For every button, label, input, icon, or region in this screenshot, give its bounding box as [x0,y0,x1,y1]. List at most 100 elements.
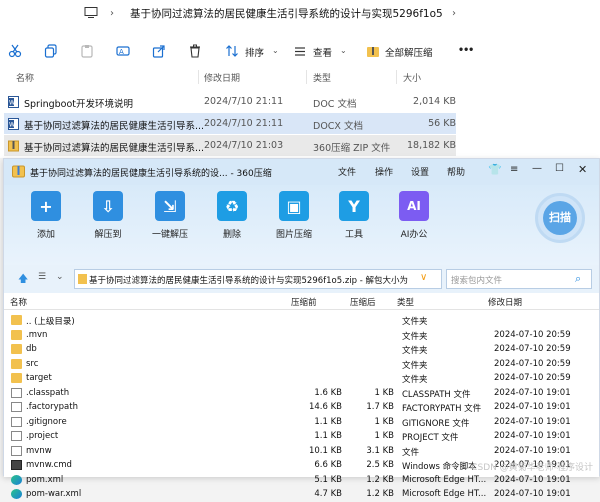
file-date: 2024/7/10 21:03 [204,140,284,151]
archive-row[interactable]: .gitignore 1.1 KB 1 KB GITIGNORE 文件 2024-07-… [4,415,599,430]
archive-row[interactable]: .factorypath 14.6 KB 1.7 KB FACTORYPATH 文件 2… [4,400,599,415]
computer-icon[interactable] [84,7,98,18]
rename-icon[interactable]: A [116,44,130,58]
file-row[interactable]: W 基于协同过滤算法的居民健康生活引导系... 2024/7/10 21:11 … [4,113,456,134]
zip360-toolbar: + 添加 ⇩ 解压到 ⇲ 一键解压 ♻ 删除 ▣ 图片压缩 Y 工具 AI AI… [4,185,599,265]
svg-text:A: A [119,48,124,56]
archive-row[interactable]: .mvn 文件夹 2024-07-10 20:59 [4,328,599,343]
column-type[interactable]: 类型 [397,296,414,308]
chevron-down-icon[interactable]: ⌄ [56,272,64,282]
add-icon: + [31,191,61,221]
column-type[interactable]: 类型 [313,71,331,84]
file-icon [11,387,22,398]
column-name[interactable]: 名称 [10,296,27,308]
column-date[interactable]: 修改日期 [204,71,240,84]
chevron-down-icon[interactable]: ⌄ [340,46,347,55]
maximize-icon[interactable]: ☐ [555,163,564,174]
hamburger-menu-icon[interactable]: ≡ [510,164,518,175]
file-row[interactable]: W Springboot开发环境说明 2024/7/10 21:11 DOC 文… [4,91,456,112]
skin-icon[interactable]: 👕 [488,163,502,176]
file-date: 2024/7/10 21:11 [204,96,284,107]
entry-date: 2024-07-10 20:59 [494,373,571,383]
more-options-icon[interactable]: ••• [458,45,474,56]
column-after[interactable]: 压缩后 [350,296,376,308]
tool-image-compress-button[interactable]: ▣ 图片压缩 [264,191,324,261]
entry-name: .gitignore [26,416,67,427]
delete-icon[interactable] [188,44,202,58]
file-explorer-window: › 基于协同过滤算法的居民健康生活引导系统的设计与实现5296f1o5 › A … [0,0,600,158]
up-arrow-icon[interactable]: 🡅 [18,272,28,289]
archive-row[interactable]: mvnw 10.1 KB 3.1 KB 文件 2024-07-10 19:01 [4,444,599,459]
paste-icon[interactable] [80,44,94,58]
menu-settings[interactable]: 设置 [411,165,429,178]
close-icon[interactable]: ✕ [578,163,587,176]
entry-type: 文件 [402,447,420,458]
entry-type: Windows 命令脚本 [402,462,477,472]
list-view-icon[interactable]: ☰ [38,272,46,282]
archive-row[interactable]: src 文件夹 2024-07-10 20:59 [4,357,599,372]
column-divider[interactable] [198,70,199,84]
minimize-icon[interactable]: — [532,163,542,174]
scan-button[interactable]: 扫描 [535,193,585,243]
file-icon [11,402,22,412]
column-name[interactable]: 名称 [16,71,34,84]
tool-add-button[interactable]: + 添加 [16,191,76,261]
tool-label: 添加 [36,230,55,240]
archive-row[interactable]: .project 1.1 KB 1 KB PROJECT 文件 2024-07-10 1… [4,429,599,444]
cut-icon[interactable] [8,44,22,58]
entry-type: Microsoft Edge HT... [402,474,487,485]
menu-operation[interactable]: 操作 [375,165,393,178]
entry-size-before: 6.6 KB [314,460,342,470]
view-icon[interactable] [293,44,307,58]
file-size: 2,014 KB [413,96,456,107]
breadcrumb[interactable]: 基于协同过滤算法的居民健康生活引导系统的设计与实现5296f1o5 [130,6,443,21]
menu-file[interactable]: 文件 [338,165,356,178]
archive-row[interactable]: target 文件夹 2024-07-10 20:59 [4,371,599,386]
sort-icon[interactable] [225,44,239,58]
entry-date: 2024-07-10 19:01 [494,431,571,441]
archive-row[interactable]: .. (上级目录) 文件夹 [4,313,599,328]
tool-one-click-extract-button[interactable]: ⇲ 一键解压 [140,191,200,261]
archive-row[interactable]: pom-war.xml 4.7 KB 1.2 KB Microsoft Edge HT… [4,487,599,502]
command-bar: A 排序 ⌄ 查看 ⌄ 全部解压缩 ••• [0,36,600,64]
file-size: 56 KB [428,118,456,129]
chevron-down-icon[interactable]: ⌄ [272,46,279,55]
entry-date: 2024-07-10 19:01 [494,402,571,412]
sort-label[interactable]: 排序 [245,45,264,59]
view-label[interactable]: 查看 [313,45,332,59]
archive-row[interactable]: db 文件夹 2024-07-10 20:59 [4,342,599,357]
tool-ai-office-button[interactable]: AI AI办公 [384,191,444,261]
column-before[interactable]: 压缩前 [291,296,317,308]
column-size[interactable]: 大小 [403,71,421,84]
chevron-right-icon[interactable]: › [110,8,114,19]
entry-size-before: 4.7 KB [314,489,342,499]
entry-size-before: 1.1 KB [314,416,342,427]
search-placeholder: 搜索包内文件 [451,276,503,286]
chevron-right-icon[interactable]: › [452,8,456,19]
entry-date: 2024-07-10 19:01 [494,387,571,398]
extract-all-label[interactable]: 全部解压缩 [385,45,433,59]
tool-delete-button[interactable]: ♻ 删除 [202,191,262,261]
menu-help[interactable]: 帮助 [447,165,465,178]
column-date[interactable]: 修改日期 [488,296,522,308]
entry-name: src [26,358,39,369]
column-divider[interactable] [306,70,307,84]
archive-row[interactable]: .classpath 1.6 KB 1 KB CLASSPATH 文件 2024-07-… [4,386,599,401]
search-icon[interactable]: ⌕ [575,272,581,286]
dropdown-icon[interactable]: ∨ [420,272,427,283]
tool-tools-button[interactable]: Y 工具 [324,191,384,261]
column-divider[interactable] [396,70,397,84]
tool-extract-to-button[interactable]: ⇩ 解压到 [78,191,138,261]
file-row[interactable]: 基于协同过滤算法的居民健康生活引导系... 2024/7/10 21:03 36… [4,135,456,156]
search-input[interactable]: 搜索包内文件 ⌕ [446,269,592,289]
share-icon[interactable] [152,44,166,58]
extract-all-icon[interactable] [366,44,380,58]
file-type: 360压缩 ZIP 文件 [313,143,391,154]
delete-recycle-icon: ♻ [217,191,247,221]
entry-name: .classpath [26,387,70,398]
file-name: 基于协同过滤算法的居民健康生活引导系... [24,121,205,132]
entry-type: 文件夹 [402,375,428,385]
archive-row[interactable]: pom.xml 5.1 KB 1.2 KB Microsoft Edge HT... 2… [4,473,599,488]
archive-path-field[interactable]: 基于协同过滤算法的居民健康生活引导系统的设计与实现5296f1o5.zip - … [74,269,442,289]
copy-icon[interactable] [44,44,58,58]
